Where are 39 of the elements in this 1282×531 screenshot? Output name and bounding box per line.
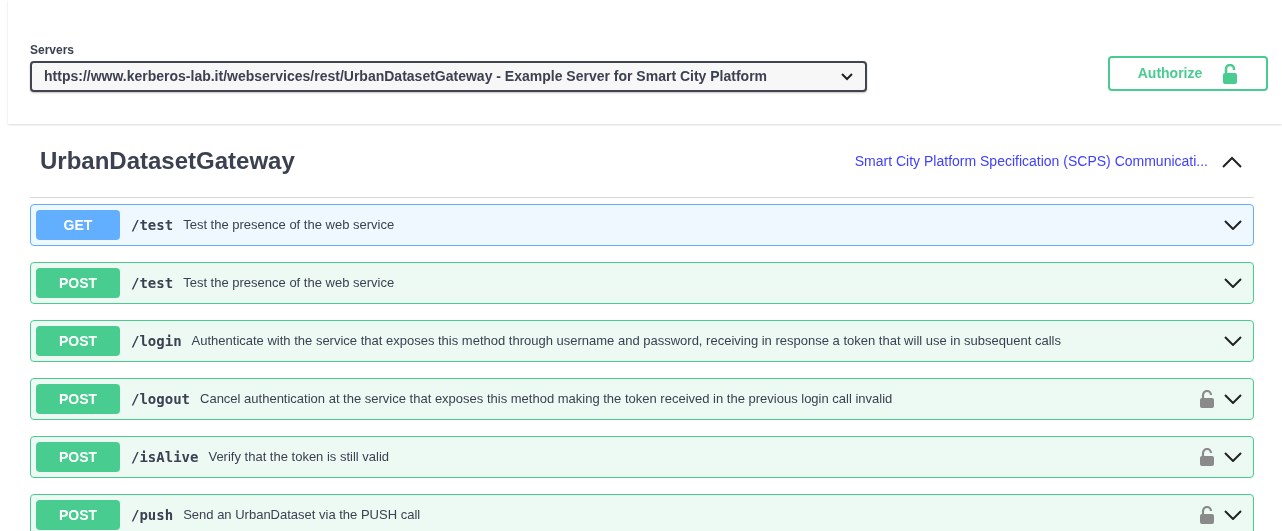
operation-row[interactable]: POST /login Authenticate with the service that exposes this method through username and password, receiving in response a token that will use in subsequent calls: [30, 320, 1254, 362]
chevron-down-icon[interactable]: [1224, 278, 1242, 288]
method-badge: POST: [36, 384, 120, 414]
summary-text: Test the presence of the web service: [183, 216, 396, 235]
chevron-down-icon[interactable]: [1224, 220, 1242, 230]
summary-text: Test the presence of the web service: [183, 274, 396, 293]
lock-icon[interactable]: [1200, 390, 1214, 408]
lock-icon: [1222, 63, 1239, 84]
chevron-down-icon[interactable]: [1224, 394, 1242, 404]
chevron-down-icon[interactable]: [1224, 510, 1242, 520]
method-badge: POST: [36, 268, 120, 298]
path-text: /logout: [131, 389, 190, 409]
summary-text: Authenticate with the service that exposes this method through username and password, receiving in response a token that will use in subsequent calls: [191, 332, 1062, 351]
operation-row[interactable]: POST /push Send an UrbanDataset via the PUSH call: [30, 494, 1254, 531]
method-badge: POST: [36, 500, 120, 530]
operation-row[interactable]: POST /test Test the presence of the web service: [30, 262, 1254, 304]
chevron-down-icon: [841, 72, 853, 81]
servers-label: Servers: [30, 43, 76, 57]
path-text: /isAlive: [131, 447, 199, 467]
operation-row[interactable]: POST /logout Cancel authentication at the service that exposes this method making the token received in the previous login call invalid: [30, 378, 1254, 420]
path-text: /test: [131, 273, 174, 293]
operation-row[interactable]: POST /isAlive Verify that the token is still valid: [30, 436, 1254, 478]
chevron-down-icon[interactable]: [1224, 336, 1242, 346]
lock-icon[interactable]: [1200, 506, 1214, 524]
summary-text: Cancel authentication at the service that exposes this method making the token received in the previous login call invalid: [200, 390, 894, 409]
spec-link[interactable]: Smart City Platform Specification (SCPS) Communicati...: [854, 151, 1208, 172]
path-text: /test: [131, 215, 174, 235]
lock-icon[interactable]: [1200, 448, 1214, 466]
method-badge: GET: [36, 210, 120, 240]
server-select[interactable]: https://www.kerberos-lab.it/webservices/rest/UrbanDatasetGateway - Example Server for Smart City Platform: [30, 61, 867, 92]
chevron-down-icon[interactable]: [1224, 452, 1242, 462]
path-text: /push: [131, 505, 174, 525]
method-badge: POST: [36, 442, 120, 472]
summary-text: Send an UrbanDataset via the PUSH call: [183, 506, 422, 525]
method-badge: POST: [36, 326, 120, 356]
summary-text: Verify that the token is still valid: [208, 448, 391, 467]
section-title: UrbanDatasetGateway: [40, 145, 295, 176]
path-text: /login: [131, 331, 182, 351]
chevron-up-icon[interactable]: [1222, 155, 1242, 168]
